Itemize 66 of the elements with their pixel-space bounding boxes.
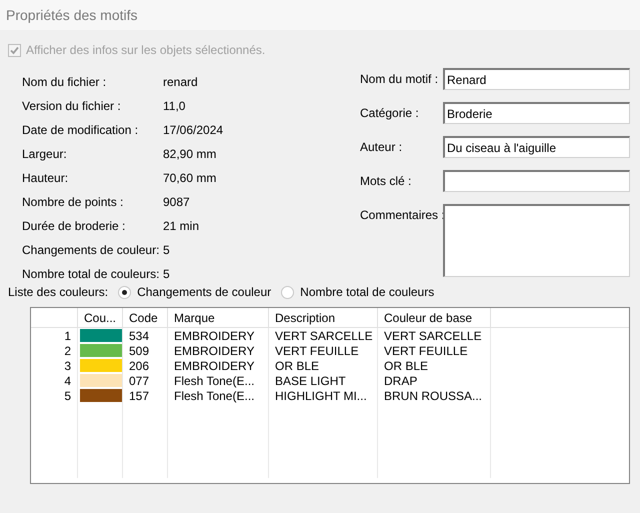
info-label: Hauteur:: [22, 171, 70, 185]
row-number: 2: [31, 343, 78, 358]
text-field[interactable]: Renard: [443, 68, 630, 90]
radio-button[interactable]: [118, 286, 132, 298]
table-cell: 534: [122, 328, 168, 343]
column-header[interactable]: [31, 308, 78, 328]
column-header[interactable]: Couleur de base: [378, 308, 490, 328]
row-number: 5: [31, 388, 78, 403]
column-header[interactable]: Description: [268, 308, 378, 328]
table-cell: BRUN ROUSSA...: [378, 388, 490, 403]
dialog-title: Propriétés des motifs: [6, 7, 138, 23]
info-value: 21 min: [163, 219, 200, 233]
info-label: Date de modification :: [22, 123, 140, 137]
table-cell: 157: [122, 388, 168, 403]
table-cell: 206: [122, 358, 168, 373]
text-field[interactable]: Du ciseau à l'aiguille: [443, 136, 630, 158]
info-label: Changements de couleur:: [22, 243, 160, 257]
column-header[interactable]: Marque: [168, 308, 268, 328]
table-cell: Flesh Tone(E...: [168, 373, 268, 388]
table-cell: 077: [122, 373, 168, 388]
row-number: 4: [31, 373, 78, 388]
table-cell: EMBROIDERY: [168, 328, 268, 343]
table-cell: EMBROIDERY: [168, 358, 268, 373]
info-label: Version du fichier :: [22, 99, 122, 113]
info-value: renard: [163, 75, 198, 89]
table-cell: HIGHLIGHT MI...: [268, 388, 378, 403]
field-label: Auteur :: [360, 139, 404, 154]
radio-label: Nombre total de couleurs: [300, 285, 434, 299]
info-label: Nombre total de couleurs:: [22, 267, 160, 281]
info-label: Nombre de points :: [22, 195, 124, 209]
info-label: Nom du fichier :: [22, 75, 108, 89]
comments-field[interactable]: [443, 204, 630, 277]
table-cell: Flesh Tone(E...: [168, 388, 268, 403]
table-cell: BASE LIGHT: [268, 373, 378, 388]
table-cell: 509: [122, 343, 168, 358]
info-value: 82,90 mm: [163, 147, 216, 161]
column-header[interactable]: [490, 308, 629, 328]
info-label: Durée de broderie :: [22, 219, 126, 233]
column-header[interactable]: Code: [122, 308, 168, 328]
info-value: 17/06/2024: [163, 123, 224, 137]
row-number: 1: [31, 328, 78, 343]
info-value: 9087: [163, 195, 190, 209]
radio-button[interactable]: [281, 286, 294, 298]
field-label: Catégorie :: [360, 105, 420, 120]
text-field[interactable]: [443, 170, 630, 192]
table-cell: OR BLE: [378, 358, 490, 373]
field-label: Nom du motif :: [360, 71, 440, 86]
checkbox-label: Afficher des infos sur les objets sélectionnés.: [26, 43, 266, 57]
info-value: 70,60 mm: [163, 171, 216, 185]
column-header[interactable]: Cou...: [78, 308, 122, 328]
table-cell: DRAP: [378, 373, 490, 388]
text-field[interactable]: Broderie: [443, 102, 630, 124]
field-label: Mots clé :: [360, 173, 412, 188]
table-cell: VERT FEUILLE: [378, 343, 490, 358]
table-cell: VERT SARCELLE: [268, 328, 378, 343]
table-cell: EMBROIDERY: [168, 343, 268, 358]
row-number: 3: [31, 358, 78, 373]
radio-label: Changements de couleur: [137, 285, 272, 299]
table-cell: VERT FEUILLE: [268, 343, 378, 358]
info-value: 5: [163, 267, 170, 281]
info-label: Largeur:: [22, 147, 68, 161]
info-value: 5: [163, 243, 170, 257]
color-list-label: Liste des couleurs:: [8, 285, 108, 299]
info-value: 11,0: [163, 99, 186, 113]
table-cell: OR BLE: [268, 358, 378, 373]
table-cell: VERT SARCELLE: [378, 328, 490, 343]
